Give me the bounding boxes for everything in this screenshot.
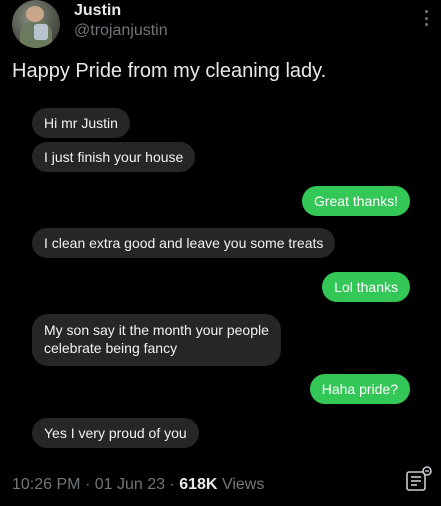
author-name[interactable]: Justin — [74, 2, 121, 20]
avatar[interactable] — [12, 0, 60, 48]
message-bubble-outgoing: Lol thanks — [322, 272, 410, 302]
message-bubble-outgoing: Great thanks! — [301, 186, 410, 216]
message-line: celebrate being fancy — [44, 340, 178, 356]
separator: · — [84, 476, 91, 493]
message-bubble-incoming: Yes I very proud of you — [32, 418, 199, 448]
views-count: 618K — [179, 476, 218, 493]
tweet-time[interactable]: 10:26 PM — [12, 476, 80, 493]
views-label: Views — [221, 476, 265, 493]
separator: · — [169, 476, 175, 493]
author-handle[interactable]: @trojanjustin — [74, 22, 168, 40]
tweet-card: Justin @trojanjustin Happy Pride from my… — [0, 0, 441, 506]
message-bubble-incoming: Hi mr Justin — [32, 108, 130, 138]
message-line: My son say it the month your people — [44, 322, 269, 338]
message-bubble-incoming: I clean extra good and leave you some tr… — [32, 228, 336, 258]
message-bubble-incoming: My son say it the month your people cele… — [32, 314, 281, 366]
tweet-text: Happy Pride from my cleaning lady. — [12, 60, 327, 82]
message-bubble-incoming: I just finish your house — [32, 142, 196, 172]
message-bubble-outgoing: Haha pride? — [309, 374, 410, 404]
more-vertical-icon[interactable] — [423, 10, 429, 26]
tweet-meta: 10:26 PM · 01 Jun 23 · 618K Views — [12, 476, 264, 494]
analytics-icon[interactable] — [404, 466, 434, 494]
tweet-date[interactable]: 01 Jun 23 — [95, 476, 165, 493]
